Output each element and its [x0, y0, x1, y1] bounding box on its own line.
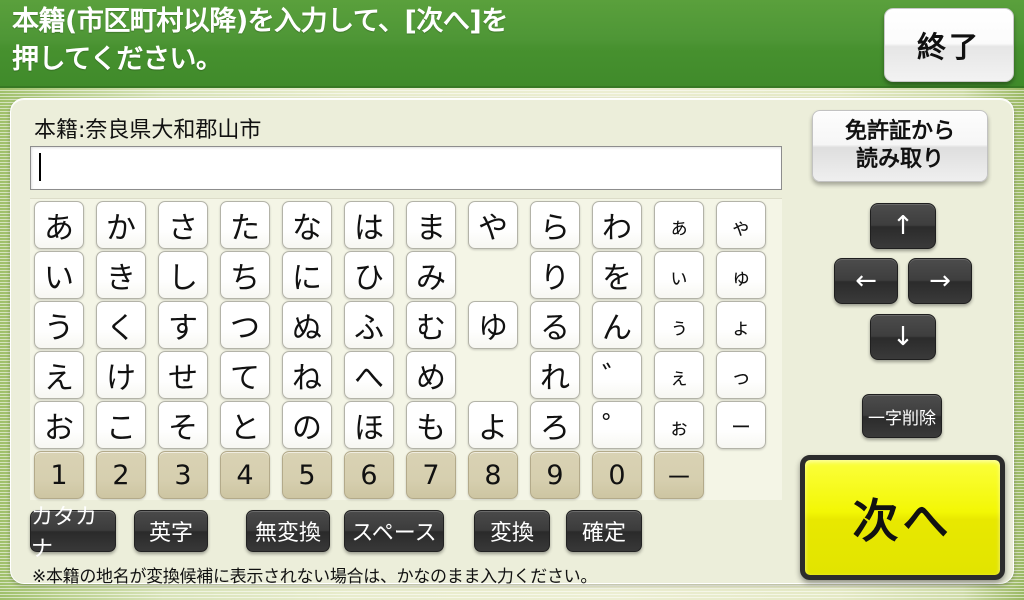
ime-function-row: カタカナ 英字 無変換 スペース 変換 確定 [30, 505, 790, 562]
kana-key[interactable]: へ [344, 351, 394, 399]
number-key[interactable]: 4 [220, 451, 270, 499]
kana-key[interactable]: ふ [344, 301, 394, 349]
kana-key[interactable]: ろ [530, 401, 580, 449]
number-key[interactable]: 7 [406, 451, 456, 499]
kana-key[interactable]: ひ [344, 251, 394, 299]
kana-key[interactable]: な [282, 201, 332, 249]
kana-key[interactable]: お [34, 401, 84, 449]
exit-button[interactable]: 終了 [884, 8, 1014, 82]
number-key[interactable]: 1 [34, 451, 84, 499]
kana-key[interactable]: を [592, 251, 642, 299]
kana-key[interactable]: そ [158, 401, 208, 449]
kana-key[interactable]: う [34, 301, 84, 349]
kana-key[interactable]: ぉ [654, 401, 704, 449]
text-caret [39, 153, 41, 181]
kana-key[interactable]: く [96, 301, 146, 349]
kana-key[interactable]: ら [530, 201, 580, 249]
arrow-down-icon[interactable]: ↓ [870, 314, 936, 360]
kana-key[interactable]: ゃ [716, 201, 766, 249]
kana-key[interactable]: あ [34, 201, 84, 249]
kana-key[interactable]: や [468, 201, 518, 249]
license-button-line2: 読み取り [855, 147, 944, 172]
header-bar: 本籍(市区町村以降)を入力して、[次へ]を 押してください。 終了 [0, 0, 1024, 88]
ime-function-button[interactable]: スペース [344, 510, 444, 552]
kana-key[interactable]: ぃ [654, 251, 704, 299]
kana-key[interactable]: す [158, 301, 208, 349]
kana-key[interactable]: の [282, 401, 332, 449]
kana-key[interactable]: ほ [344, 401, 394, 449]
number-key[interactable]: 0 [592, 451, 642, 499]
kana-key[interactable]: と [220, 401, 270, 449]
kana-key[interactable]: ま [406, 201, 456, 249]
ime-function-button[interactable]: 英字 [134, 510, 208, 552]
kana-key[interactable]: ん [592, 301, 642, 349]
kana-keyboard: あいうえお かきくけこ さしすせそ たちつてと なにぬねの はひふへほ まみむめも やゆよ らり… [30, 198, 782, 500]
arrow-up-icon[interactable]: ↑ [870, 203, 936, 249]
number-key[interactable]: 3 [158, 451, 208, 499]
ime-function-button[interactable]: 無変換 [246, 510, 330, 552]
kana-key[interactable]: ぁ [654, 201, 704, 249]
number-key[interactable]: － [654, 451, 704, 499]
kana-key[interactable]: ー [716, 401, 766, 449]
kana-key[interactable]: さ [158, 201, 208, 249]
kana-key[interactable]: て [220, 351, 270, 399]
kana-key[interactable]: え [34, 351, 84, 399]
kana-key[interactable]: も [406, 401, 456, 449]
kana-key[interactable]: む [406, 301, 456, 349]
kana-key[interactable]: ね [282, 351, 332, 399]
kana-key[interactable]: ぇ [654, 351, 704, 399]
number-key[interactable]: 6 [344, 451, 394, 499]
kana-key[interactable]: ゆ [468, 301, 518, 349]
number-key[interactable]: 2 [96, 451, 146, 499]
ime-function-button[interactable]: 変換 [474, 510, 550, 552]
kana-key[interactable]: ち [220, 251, 270, 299]
page-title: 本籍(市区町村以降)を入力して、[次へ]を 押してください。 [12, 6, 508, 75]
kana-key[interactable]: か [96, 201, 146, 249]
read-from-license-button[interactable]: 免許証から 読み取り [812, 110, 988, 182]
kana-key[interactable]: し [158, 251, 208, 299]
kana-key[interactable]: ぬ [282, 301, 332, 349]
kana-key[interactable]: い [34, 251, 84, 299]
number-key[interactable]: 8 [468, 451, 518, 499]
kana-key[interactable]: は [344, 201, 394, 249]
kana-key[interactable]: ょ [716, 301, 766, 349]
kana-key[interactable]: る [530, 301, 580, 349]
next-button[interactable]: 次へ [800, 455, 1005, 580]
kana-key[interactable]: っ [716, 351, 766, 399]
kana-key[interactable]: た [220, 201, 270, 249]
kana-key[interactable]: き [96, 251, 146, 299]
honseki-label: 本籍:奈良県大和郡山市 [34, 118, 262, 143]
kana-key[interactable]: れ [530, 351, 580, 399]
arrow-left-icon[interactable]: ← [834, 258, 898, 304]
kana-key[interactable]: ぅ [654, 301, 704, 349]
kana-key[interactable]: め [406, 351, 456, 399]
kana-key[interactable]: み [406, 251, 456, 299]
kana-key[interactable]: に [282, 251, 332, 299]
kana-key[interactable]: け [96, 351, 146, 399]
number-key[interactable]: 9 [530, 451, 580, 499]
keyboard-grid: あいうえお かきくけこ さしすせそ たちつてと なにぬねの はひふへほ まみむめも やゆよ らり… [30, 199, 782, 501]
kana-key[interactable]: こ [96, 401, 146, 449]
kana-key[interactable]: わ [592, 201, 642, 249]
license-button-line1: 免許証から [844, 119, 955, 144]
kana-key[interactable]: せ [158, 351, 208, 399]
kana-key[interactable]: り [530, 251, 580, 299]
arrow-right-icon[interactable]: → [908, 258, 972, 304]
ime-function-button[interactable]: カタカナ [30, 505, 116, 562]
kana-key[interactable]: ゛ [592, 351, 642, 399]
honseki-input[interactable] [30, 146, 782, 190]
kana-key[interactable]: ゜ [592, 401, 642, 449]
kana-key[interactable]: ゅ [716, 251, 766, 299]
number-key[interactable]: 5 [282, 451, 332, 499]
ime-function-button[interactable]: 確定 [566, 510, 642, 552]
kana-key[interactable]: よ [468, 401, 518, 449]
footer-note: ※本籍の地名が変換候補に表示されない場合は、かなのまま入力ください。 [32, 567, 598, 587]
delete-char-button[interactable]: 一字削除 [862, 394, 942, 438]
kana-key[interactable]: つ [220, 301, 270, 349]
kiosk-screen: 本籍(市区町村以降)を入力して、[次へ]を 押してください。 終了 本籍:奈良県… [0, 0, 1024, 600]
